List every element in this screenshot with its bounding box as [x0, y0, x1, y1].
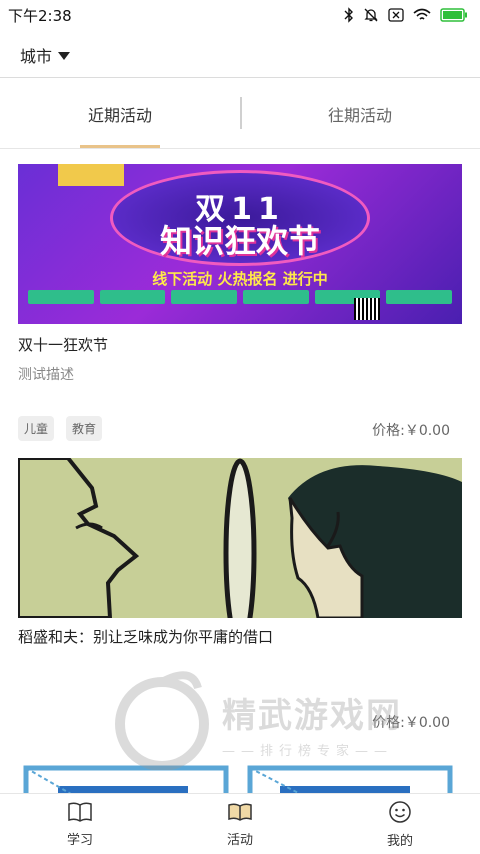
- tab-divider: [240, 97, 242, 129]
- sim-icon: [388, 8, 404, 22]
- event-banner-image[interactable]: 双11 知识狂欢节 线下活动 火热报名 进行中: [18, 164, 462, 324]
- open-book-icon: [228, 802, 252, 821]
- battery-icon: [440, 8, 467, 22]
- tab-label: 近期活动: [87, 105, 152, 125]
- event-title: 双十一狂欢节: [18, 336, 109, 354]
- mute-icon: [364, 8, 378, 22]
- event-banner-image[interactable]: [18, 458, 462, 618]
- caret-down-icon: [58, 51, 71, 60]
- city-selector[interactable]: 城市: [0, 32, 480, 78]
- nav-item-mine[interactable]: 我的: [320, 794, 480, 854]
- bottom-navigation: 学习 活动 我的: [0, 793, 480, 854]
- status-bar: 下午2:38: [0, 0, 480, 30]
- banner-partial-illustration: [23, 765, 453, 793]
- bluetooth-icon: [344, 7, 353, 23]
- banner-button-row: [28, 290, 453, 304]
- tab-past-activities[interactable]: 往期活动: [240, 79, 480, 148]
- nav-label: 我的: [386, 833, 413, 849]
- event-tags: 儿童 教育: [18, 416, 103, 441]
- event-banner-image[interactable]: [18, 758, 462, 793]
- event-card[interactable]: 双11 知识狂欢节 线下活动 火热报名 进行中 双十一狂欢节 测试描述 儿童 教…: [18, 150, 462, 450]
- nav-item-activities[interactable]: 活动: [160, 794, 320, 854]
- activity-tabs: 近期活动 往期活动: [0, 79, 480, 149]
- event-price: 价格:￥0.00: [372, 423, 450, 439]
- tab-label: 往期活动: [327, 105, 392, 125]
- smiley-icon: [389, 800, 411, 823]
- nav-item-study[interactable]: 学习: [0, 794, 160, 854]
- active-tab-indicator: [80, 145, 160, 148]
- book-icon: [68, 801, 92, 822]
- profile-illustration: [18, 458, 462, 618]
- banner-tagline: 线下活动 火热报名 进行中: [152, 270, 328, 288]
- city-label: 城市: [20, 46, 53, 66]
- event-price: 价格:￥0.00: [372, 715, 450, 731]
- nav-label: 学习: [66, 832, 93, 848]
- event-description: 测试描述: [18, 367, 74, 383]
- nav-label: 活动: [226, 832, 253, 848]
- banner-subheadline: 知识狂欢节: [159, 222, 320, 260]
- event-title: 稻盛和夫：别让乏味成为你平庸的借口: [18, 628, 274, 646]
- tag-badge: 儿童: [18, 416, 55, 441]
- event-card[interactable]: 稻盛和夫：别让乏味成为你平庸的借口 价格:￥0.00: [18, 458, 462, 731]
- watermark-subtext: ——排行榜专家——: [222, 744, 394, 759]
- status-time: 下午2:38: [8, 6, 72, 25]
- status-icons: [344, 7, 468, 23]
- tag-badge: 教育: [66, 416, 103, 441]
- activity-list[interactable]: 双11 知识狂欢节 线下活动 火热报名 进行中 双十一狂欢节 测试描述 儿童 教…: [0, 150, 480, 793]
- qr-code: [354, 298, 380, 320]
- banner-logo: [58, 164, 124, 186]
- wifi-icon: [413, 8, 431, 20]
- tab-recent-activities[interactable]: 近期活动: [0, 79, 240, 148]
